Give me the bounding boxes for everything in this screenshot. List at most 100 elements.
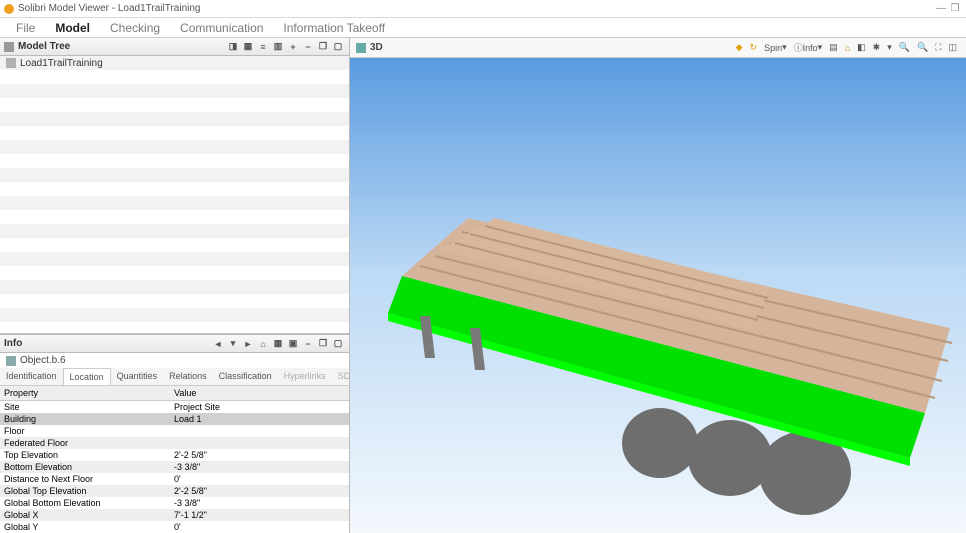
nav-arrow-icon[interactable]: ◆ <box>733 41 746 54</box>
view3d-toolbar: 3D ◆ ↻ Spin ▾ ⓘ Info ▾ ▤ ⌂ ◧ ✱ ▾ 🔍 🔍 ⛶ ◫ <box>350 38 966 58</box>
info-header: Info ◄ ▾ ► ⌂ ▦ ▣ − ❐ ▢ <box>0 335 349 353</box>
main-area: Model Tree ◨ ▦ ≡ ▥ + − ❐ ▢ Load1TrailTra… <box>0 38 966 533</box>
tab-classification[interactable]: Classification <box>213 368 278 385</box>
col-property[interactable]: Property <box>0 386 170 400</box>
cube-icon <box>356 43 366 53</box>
info-prev-button[interactable]: ◄ <box>211 337 225 351</box>
info-row[interactable]: Floor <box>0 425 349 437</box>
info-home-button[interactable]: ⌂ <box>256 337 270 351</box>
tab-quantities[interactable]: Quantities <box>111 368 164 385</box>
val-cell: Load 1 <box>170 413 349 425</box>
minimize-button[interactable]: — <box>934 3 948 14</box>
section-icon[interactable]: ◧ <box>854 41 869 54</box>
prop-cell: Distance to Next Floor <box>0 473 170 485</box>
tree-columns-icon[interactable]: ▥ <box>271 40 285 54</box>
info-row[interactable]: SiteProject Site <box>0 401 349 413</box>
val-cell: 0' <box>170 473 349 485</box>
val-cell: Project Site <box>170 401 349 413</box>
info-row[interactable]: Global Top Elevation2'-2 5/8" <box>0 485 349 497</box>
app-icon <box>4 4 14 14</box>
prop-cell: Global Y <box>0 521 170 533</box>
menu-model[interactable]: Model <box>45 19 100 37</box>
prop-cell: Global Top Elevation <box>0 485 170 497</box>
tree-expand-icon[interactable]: ▢ <box>331 40 345 54</box>
col-value[interactable]: Value <box>170 386 349 400</box>
tree-window-icon[interactable]: ❐ <box>316 40 330 54</box>
prop-cell: Floor <box>0 425 170 437</box>
tree-root-label: Load1TrailTraining <box>20 58 103 69</box>
prop-cell: Site <box>0 401 170 413</box>
zoom-out-icon[interactable]: 🔍 <box>914 41 931 54</box>
viewport-3d[interactable] <box>350 58 966 533</box>
info-row[interactable]: Global Bottom Elevation-3 3/8" <box>0 497 349 509</box>
menubar: File Model Checking Communication Inform… <box>0 18 966 38</box>
info-tabs: Identification Location Quantities Relat… <box>0 368 349 386</box>
tree-list-icon[interactable]: ≡ <box>256 40 270 54</box>
info-window-icon[interactable]: ❐ <box>316 337 330 351</box>
val-cell <box>170 437 349 449</box>
info-grid: Property Value SiteProject SiteBuildingL… <box>0 386 349 533</box>
info-box-icon[interactable]: ▣ <box>286 337 300 351</box>
prop-cell: Federated Floor <box>0 437 170 449</box>
info-minimize-icon[interactable]: − <box>301 337 315 351</box>
tab-location[interactable]: Location <box>63 368 111 386</box>
tree-grid-icon[interactable]: ▦ <box>241 40 255 54</box>
tab-hyperlinks[interactable]: Hyperlinks <box>278 368 332 385</box>
info-row[interactable]: Bottom Elevation-3 3/8" <box>0 461 349 473</box>
orbit-icon[interactable]: ↻ <box>747 41 761 54</box>
prop-cell: Building <box>0 413 170 425</box>
model-tree[interactable]: Load1TrailTraining <box>0 56 349 333</box>
tab-sds2[interactable]: SDS2_Load_Planning_Properties <box>332 368 349 385</box>
zoom-fit-icon[interactable]: ⛶ <box>932 41 944 54</box>
tree-minus-icon[interactable]: − <box>301 40 315 54</box>
trailer-scene <box>350 58 966 533</box>
tree-root-row[interactable]: Load1TrailTraining <box>0 56 349 70</box>
prop-cell: Top Elevation <box>0 449 170 461</box>
home-icon[interactable]: ⌂ <box>842 42 853 54</box>
tree-plus-icon[interactable]: + <box>286 40 300 54</box>
info-row[interactable]: BuildingLoad 1 <box>0 413 349 425</box>
zoom-window-icon[interactable]: ◫ <box>945 41 960 54</box>
info-row[interactable]: Global X7'-1 1/2" <box>0 509 349 521</box>
info-row[interactable]: Top Elevation2'-2 5/8" <box>0 449 349 461</box>
tab-identification[interactable]: Identification <box>0 368 63 385</box>
info-row[interactable]: Distance to Next Floor0' <box>0 473 349 485</box>
val-cell: 2'-2 5/8" <box>170 449 349 461</box>
layers-icon[interactable]: ▤ <box>826 41 841 54</box>
val-cell <box>170 425 349 437</box>
tree-nav-icon[interactable]: ◨ <box>226 40 240 54</box>
menu-communication[interactable]: Communication <box>170 19 273 37</box>
right-column: 3D ◆ ↻ Spin ▾ ⓘ Info ▾ ▤ ⌂ ◧ ✱ ▾ 🔍 🔍 ⛶ ◫ <box>350 38 966 533</box>
restore-button[interactable]: ❐ <box>948 3 962 14</box>
info-breadcrumb: Object.b.6 <box>0 353 349 368</box>
model-tree-icon <box>4 42 14 52</box>
explode-icon[interactable]: ✱ <box>870 41 884 54</box>
left-column: Model Tree ◨ ▦ ≡ ▥ + − ❐ ▢ Load1TrailTra… <box>0 38 350 533</box>
tab-relations[interactable]: Relations <box>163 368 213 385</box>
info-panel: Info ◄ ▾ ► ⌂ ▦ ▣ − ❐ ▢ Object.b.6 Identi… <box>0 333 349 533</box>
prop-cell: Bottom Elevation <box>0 461 170 473</box>
val-cell: -3 3/8" <box>170 461 349 473</box>
zoom-in-icon[interactable]: 🔍 <box>896 41 913 54</box>
model-tree-header: Model Tree ◨ ▦ ≡ ▥ + − ❐ ▢ <box>0 38 349 56</box>
titlebar: Solibri Model Viewer - Load1TrailTrainin… <box>0 0 966 18</box>
val-cell: 7'-1 1/2" <box>170 509 349 521</box>
menu-checking[interactable]: Checking <box>100 19 170 37</box>
info-row[interactable]: Global Y0' <box>0 521 349 533</box>
isolate-icon[interactable]: ▾ <box>884 41 895 54</box>
info-button[interactable]: ⓘ Info ▾ <box>791 40 826 55</box>
val-cell: 2'-2 5/8" <box>170 485 349 497</box>
spin-button[interactable]: Spin ▾ <box>761 41 790 54</box>
prop-cell: Global X <box>0 509 170 521</box>
info-grid-icon[interactable]: ▦ <box>271 337 285 351</box>
building-icon <box>6 58 16 68</box>
info-object-name: Object.b.6 <box>20 355 66 366</box>
info-row[interactable]: Federated Floor <box>0 437 349 449</box>
info-next-button[interactable]: ► <box>241 337 255 351</box>
info-dropdown-button[interactable]: ▾ <box>226 337 240 351</box>
info-grid-header: Property Value <box>0 386 349 401</box>
menu-information-takeoff[interactable]: Information Takeoff <box>273 19 395 37</box>
menu-file[interactable]: File <box>6 19 45 37</box>
prop-cell: Global Bottom Elevation <box>0 497 170 509</box>
info-expand-icon[interactable]: ▢ <box>331 337 345 351</box>
